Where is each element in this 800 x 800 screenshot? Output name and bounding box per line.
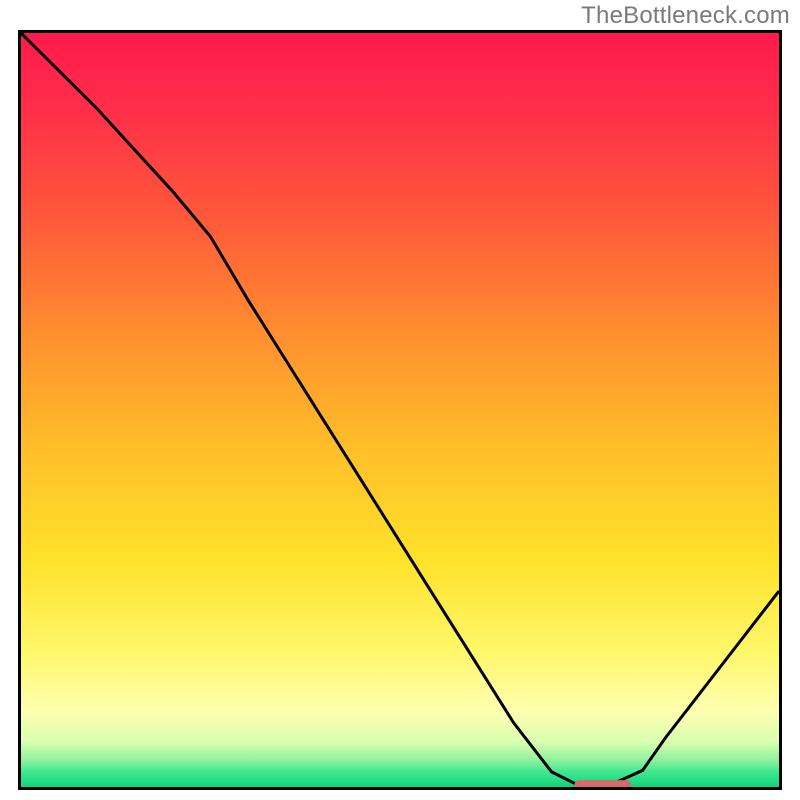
watermark-label: TheBottleneck.com <box>581 2 790 30</box>
plot-svg <box>21 33 779 787</box>
plot-area <box>18 30 782 790</box>
chart-frame: TheBottleneck.com <box>0 0 800 800</box>
optimal-marker <box>574 780 631 787</box>
gradient-background <box>21 33 779 787</box>
